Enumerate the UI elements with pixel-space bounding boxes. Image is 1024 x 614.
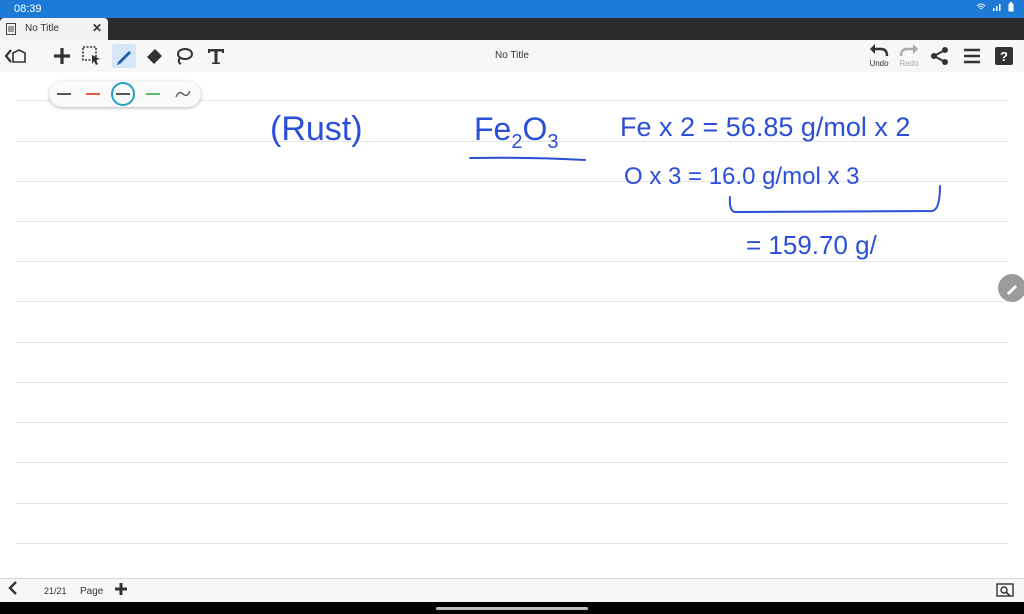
zoom-button[interactable]	[996, 583, 1014, 604]
home-handle[interactable]	[436, 607, 588, 610]
page-count: 21/21	[44, 586, 67, 596]
bottom-bar: 21/21 Page	[0, 578, 1024, 603]
note-line2: O x 3 = 16.0 g/mol x 3	[624, 163, 859, 190]
pen-red[interactable]	[83, 84, 103, 104]
note-rust: (Rust)	[270, 110, 363, 148]
pen-curve[interactable]	[173, 84, 193, 104]
zoom-icon	[996, 583, 1014, 597]
note-line1: Fe x 2 = 56.85 g/mol x 2	[620, 112, 910, 142]
prev-page-button[interactable]	[8, 581, 18, 600]
pen-palette	[49, 81, 201, 107]
quick-tool-edge-button[interactable]	[998, 274, 1024, 302]
add-page-button[interactable]	[114, 579, 128, 602]
pencil-icon	[1007, 285, 1017, 295]
pen-green[interactable]	[143, 84, 163, 104]
system-nav-bar	[0, 602, 1024, 614]
note-formula: Fe2O3	[474, 111, 558, 153]
pen-teal-selected[interactable]	[111, 82, 135, 106]
formula-underline	[469, 156, 586, 161]
pen-dark-gray[interactable]	[54, 84, 74, 104]
note-line3: = 159.70 g/	[746, 230, 878, 260]
curve-stroke-icon	[175, 90, 191, 98]
chevron-left-icon	[8, 581, 17, 595]
page-menu-button[interactable]: Page	[80, 586, 103, 597]
add-icon	[115, 583, 127, 595]
